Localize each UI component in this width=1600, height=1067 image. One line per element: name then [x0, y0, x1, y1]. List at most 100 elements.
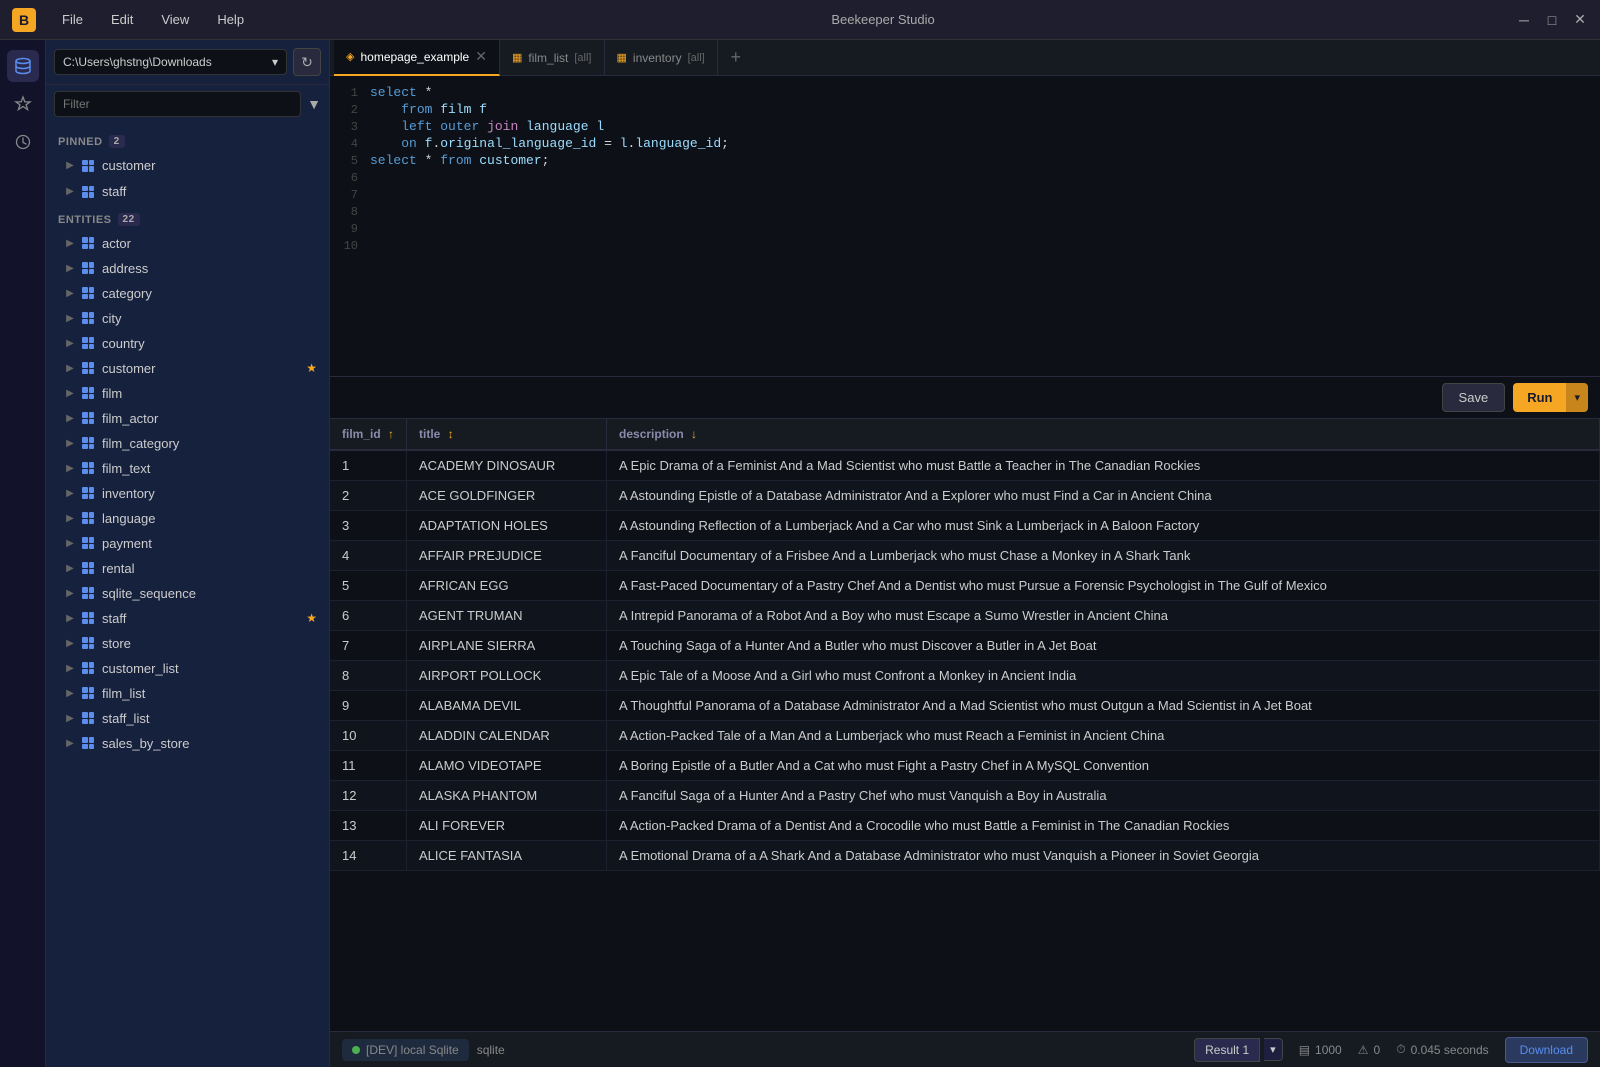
sidebar-item-film_category[interactable]: ▶ film_category: [50, 431, 325, 455]
result-tab-button[interactable]: Result 1: [1194, 1038, 1260, 1062]
sidebar-item-customer[interactable]: ▶ customer ★: [50, 356, 325, 380]
line-content[interactable]: [370, 170, 378, 185]
filter-input[interactable]: [54, 91, 301, 117]
tab-inventory[interactable]: ▦ inventory [all]: [605, 40, 718, 76]
sidebar-item-country[interactable]: ▶ country: [50, 331, 325, 355]
sidebar-icon-starred[interactable]: [7, 88, 39, 120]
sidebar-item-customer-pinned[interactable]: ▶ customer ✕: [50, 153, 325, 178]
sidebar-item-payment[interactable]: ▶ payment: [50, 531, 325, 555]
chevron-right-icon: ▶: [62, 460, 78, 476]
results-table-container[interactable]: film_id ↑ title ↕ description ↓ 1 ACADE: [330, 419, 1600, 1031]
db-path-selector[interactable]: C:\Users\ghstng\Downloads ▾: [54, 49, 287, 75]
cell-description: A Fast-Paced Documentary of a Pastry Che…: [607, 571, 1600, 601]
entity-label: film_text: [102, 461, 317, 476]
table-row[interactable]: 6 AGENT TRUMAN A Intrepid Panorama of a …: [330, 601, 1600, 631]
sidebar-item-inventory[interactable]: ▶ inventory: [50, 481, 325, 505]
chevron-right-icon: ▶: [62, 685, 78, 701]
line-content[interactable]: [370, 187, 378, 202]
table-row[interactable]: 14 ALICE FANTASIA A Emotional Drama of a…: [330, 841, 1600, 871]
sidebar-item-staff[interactable]: ▶ staff ★: [50, 606, 325, 630]
entity-label: address: [102, 261, 317, 276]
table-row[interactable]: 8 AIRPORT POLLOCK A Epic Tale of a Moose…: [330, 661, 1600, 691]
sidebar-item-rental[interactable]: ▶ rental: [50, 556, 325, 580]
sidebar-item-film[interactable]: ▶ film: [50, 381, 325, 405]
line-content[interactable]: select *: [370, 85, 432, 100]
save-button[interactable]: Save: [1442, 383, 1506, 412]
line-content[interactable]: select * from customer;: [370, 153, 549, 168]
sort-icon: ↕: [448, 427, 454, 441]
line-content[interactable]: [370, 204, 378, 219]
sidebar-item-actor[interactable]: ▶ actor: [50, 231, 325, 255]
tab-film-list[interactable]: ▦ film_list [all]: [500, 40, 605, 76]
table-icon: [80, 360, 96, 376]
entity-label: film_list: [102, 686, 317, 701]
chevron-right-icon: ▶: [62, 610, 78, 626]
cell-film-id: 3: [330, 511, 407, 541]
code-line: 10: [330, 237, 1600, 254]
db-type-label: sqlite: [477, 1043, 505, 1057]
table-row[interactable]: 13 ALI FOREVER A Action-Packed Drama of …: [330, 811, 1600, 841]
table-row[interactable]: 2 ACE GOLDFINGER A Astounding Epistle of…: [330, 481, 1600, 511]
line-content[interactable]: on f.original_language_id = l.language_i…: [370, 136, 729, 151]
maximize-button[interactable]: □: [1544, 12, 1560, 28]
table-row[interactable]: 3 ADAPTATION HOLES A Astounding Reflecti…: [330, 511, 1600, 541]
menu-help[interactable]: Help: [211, 8, 250, 31]
cell-description: A Epic Tale of a Moose And a Girl who mu…: [607, 661, 1600, 691]
run-button[interactable]: Run: [1513, 383, 1566, 412]
new-tab-button[interactable]: +: [722, 44, 750, 72]
sidebar-item-staff-pinned[interactable]: ▶ staff ✕: [50, 179, 325, 204]
line-content[interactable]: left outer join language l: [370, 119, 604, 134]
line-content[interactable]: from film f: [370, 102, 487, 117]
sidebar-item-city[interactable]: ▶ city: [50, 306, 325, 330]
sidebar-item-film_actor[interactable]: ▶ film_actor: [50, 406, 325, 430]
sidebar-item-staff_list[interactable]: ▶ staff_list: [50, 706, 325, 730]
tab-close-icon[interactable]: ✕: [475, 48, 487, 65]
sidebar-item-film_list[interactable]: ▶ film_list: [50, 681, 325, 705]
table-row[interactable]: 9 ALABAMA DEVIL A Thoughtful Panorama of…: [330, 691, 1600, 721]
col-header-title[interactable]: title ↕: [407, 419, 607, 450]
sidebar-item-film_text[interactable]: ▶ film_text: [50, 456, 325, 480]
table-row[interactable]: 10 ALADDIN CALENDAR A Action-Packed Tale…: [330, 721, 1600, 751]
sidebar-item-store[interactable]: ▶ store: [50, 631, 325, 655]
close-button[interactable]: ✕: [1572, 12, 1588, 28]
menu-edit[interactable]: Edit: [105, 8, 139, 31]
sidebar-icon-history[interactable]: [7, 126, 39, 158]
sidebar-item-sqlite_sequence[interactable]: ▶ sqlite_sequence: [50, 581, 325, 605]
line-number: 1: [330, 86, 370, 100]
results-tbody: 1 ACADEMY DINOSAUR A Epic Drama of a Fem…: [330, 450, 1600, 871]
sidebar-icon-database[interactable]: [7, 50, 39, 82]
sidebar-item-language[interactable]: ▶ language: [50, 506, 325, 530]
refresh-button[interactable]: ↻: [293, 48, 321, 76]
minimize-button[interactable]: ─: [1516, 12, 1532, 28]
col-header-film-id[interactable]: film_id ↑: [330, 419, 407, 450]
cell-film-id: 13: [330, 811, 407, 841]
table-icon: [80, 385, 96, 401]
sidebar-item-address[interactable]: ▶ address: [50, 256, 325, 280]
code-editor[interactable]: 1select *2 from film f3 left outer join …: [330, 76, 1600, 376]
app-logo: B: [12, 8, 36, 32]
line-content[interactable]: [370, 221, 378, 236]
table-row[interactable]: 11 ALAMO VIDEOTAPE A Boring Epistle of a…: [330, 751, 1600, 781]
table-row[interactable]: 7 AIRPLANE SIERRA A Touching Saga of a H…: [330, 631, 1600, 661]
cell-title: AIRPORT POLLOCK: [407, 661, 607, 691]
chevron-right-icon: ▶: [62, 158, 78, 174]
run-dropdown-button[interactable]: ▾: [1566, 383, 1588, 412]
col-header-description[interactable]: description ↓: [607, 419, 1600, 450]
entity-label: customer: [102, 361, 306, 376]
tab-homepage-example[interactable]: ◈ homepage_example ✕: [334, 40, 500, 76]
entity-label: actor: [102, 236, 317, 251]
download-button[interactable]: Download: [1505, 1037, 1588, 1063]
sidebar-item-sales_by_store[interactable]: ▶ sales_by_store: [50, 731, 325, 755]
table-row[interactable]: 1 ACADEMY DINOSAUR A Epic Drama of a Fem…: [330, 450, 1600, 481]
table-row[interactable]: 12 ALASKA PHANTOM A Fanciful Saga of a H…: [330, 781, 1600, 811]
line-content[interactable]: [370, 238, 378, 253]
app-title: Beekeeper Studio: [831, 12, 934, 27]
result-tab-dropdown[interactable]: ▾: [1264, 1038, 1283, 1061]
menu-view[interactable]: View: [155, 8, 195, 31]
table-row[interactable]: 5 AFRICAN EGG A Fast-Paced Documentary o…: [330, 571, 1600, 601]
table-row[interactable]: 4 AFFAIR PREJUDICE A Fanciful Documentar…: [330, 541, 1600, 571]
sidebar-item-category[interactable]: ▶ category: [50, 281, 325, 305]
cell-title: AIRPLANE SIERRA: [407, 631, 607, 661]
menu-file[interactable]: File: [56, 8, 89, 31]
sidebar-item-customer_list[interactable]: ▶ customer_list: [50, 656, 325, 680]
